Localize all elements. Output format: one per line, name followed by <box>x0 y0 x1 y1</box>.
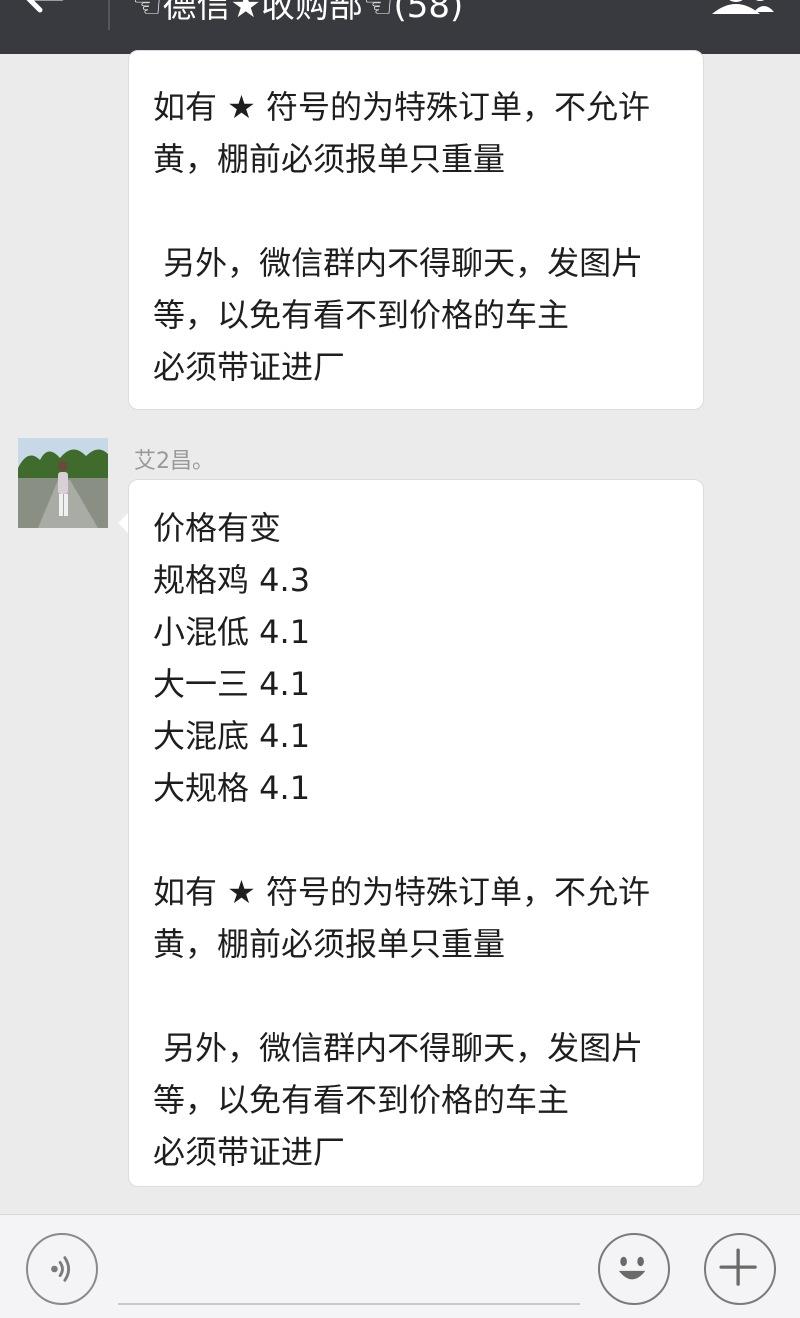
message-line: 价格有变 <box>153 509 282 547</box>
message-line: 必须带证进厂 <box>153 1133 346 1171</box>
arrow-left-icon <box>26 0 64 13</box>
message-line: 等，以免有看不到价格的车主 <box>153 296 570 334</box>
avatar-photo <box>18 438 108 528</box>
back-button[interactable] <box>22 0 82 32</box>
message-line: 另外，微信群内不得聊天，发图片 <box>153 244 644 282</box>
message-line: 大混底 4.1 <box>153 717 311 755</box>
input-bar <box>0 1214 800 1318</box>
message-line: 规格鸡 4.3 <box>153 561 311 599</box>
group-contacts-button[interactable] <box>706 0 776 24</box>
emoji-button[interactable] <box>598 1233 670 1305</box>
message-line: 黄，棚前必须报单只重量 <box>153 140 506 178</box>
header-divider <box>108 0 110 30</box>
chat-header: ☜德信★收购部☜(58) <box>0 0 800 54</box>
message-input[interactable] <box>118 1245 580 1305</box>
plus-icon <box>719 1248 757 1286</box>
message-line <box>153 970 679 1022</box>
more-button[interactable] <box>704 1233 776 1305</box>
avatar[interactable] <box>18 438 108 528</box>
message-line <box>153 814 679 866</box>
voice-button[interactable] <box>26 1233 98 1305</box>
message-line: 大一三 4.1 <box>153 665 311 703</box>
message-line: 小混低 4.1 <box>153 613 311 651</box>
message-line: 黄，棚前必须报单只重量 <box>153 925 506 963</box>
message-bubble[interactable]: 如有 ★ 符号的为特殊订单，不允许 黄，棚前必须报单只重量 另外，微信群内不得聊… <box>128 50 704 410</box>
message-line: 如有 ★ 符号的为特殊订单，不允许 <box>153 873 651 911</box>
voice-icon <box>51 1256 71 1282</box>
message-line: 必须带证进厂 <box>153 348 346 386</box>
message-line: 大规格 4.1 <box>153 769 311 807</box>
sender-name: 艾2昌。 <box>134 449 214 474</box>
chat-title: ☜德信★收购部☜(58) <box>132 0 464 26</box>
message-line: 另外，微信群内不得聊天，发图片 <box>153 1029 644 1067</box>
message-line: 等，以免有看不到价格的车主 <box>153 1081 570 1119</box>
emoji-icon <box>618 1256 646 1280</box>
group-contacts-icon <box>712 0 774 14</box>
message-line: 如有 ★ 符号的为特殊订单，不允许 <box>153 88 651 126</box>
message-bubble[interactable]: 价格有变 规格鸡 4.3 小混低 4.1 大一三 4.1 大混底 4.1 大规格… <box>128 479 704 1187</box>
chat-area[interactable]: 如有 ★ 符号的为特殊订单，不允许 黄，棚前必须报单只重量 另外，微信群内不得聊… <box>0 50 800 1214</box>
message-line <box>153 185 679 237</box>
